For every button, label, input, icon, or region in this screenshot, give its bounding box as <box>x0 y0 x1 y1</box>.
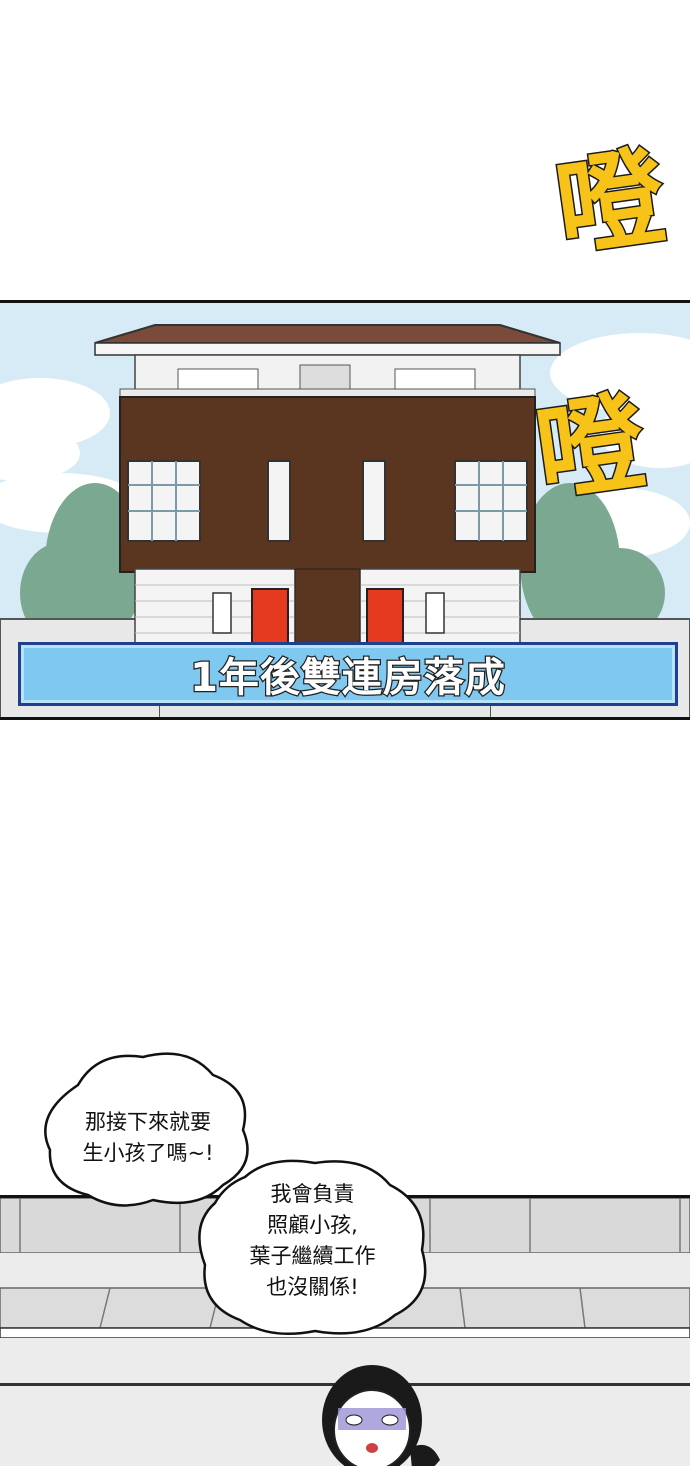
bubble-text: 我會負責 照顧小孩, 葉子繼續工作 也沒關係! <box>190 1179 435 1303</box>
bubble-line: 我會負責 <box>270 1182 355 1206</box>
speech-bubble-2: 我會負責 照顧小孩, 葉子繼續工作 也沒關係! <box>190 1155 435 1340</box>
sfx-deng-1: 噔 <box>547 133 682 327</box>
bubble-line: 葉子繼續工作 <box>249 1244 376 1268</box>
bubble-line: 也沒關係! <box>266 1275 359 1299</box>
sfx-glyph: 噔 <box>527 378 654 520</box>
caption-text: 1年後雙連房落成 <box>189 654 506 703</box>
caption-box: 1年後雙連房落成 <box>18 642 678 706</box>
bubble-line: 那接下來就要 <box>85 1110 211 1134</box>
sfx-glyph: 噔 <box>547 133 674 275</box>
sfx-deng-2: 噔 <box>527 378 662 572</box>
bubble-line: 照顧小孩, <box>267 1213 358 1237</box>
